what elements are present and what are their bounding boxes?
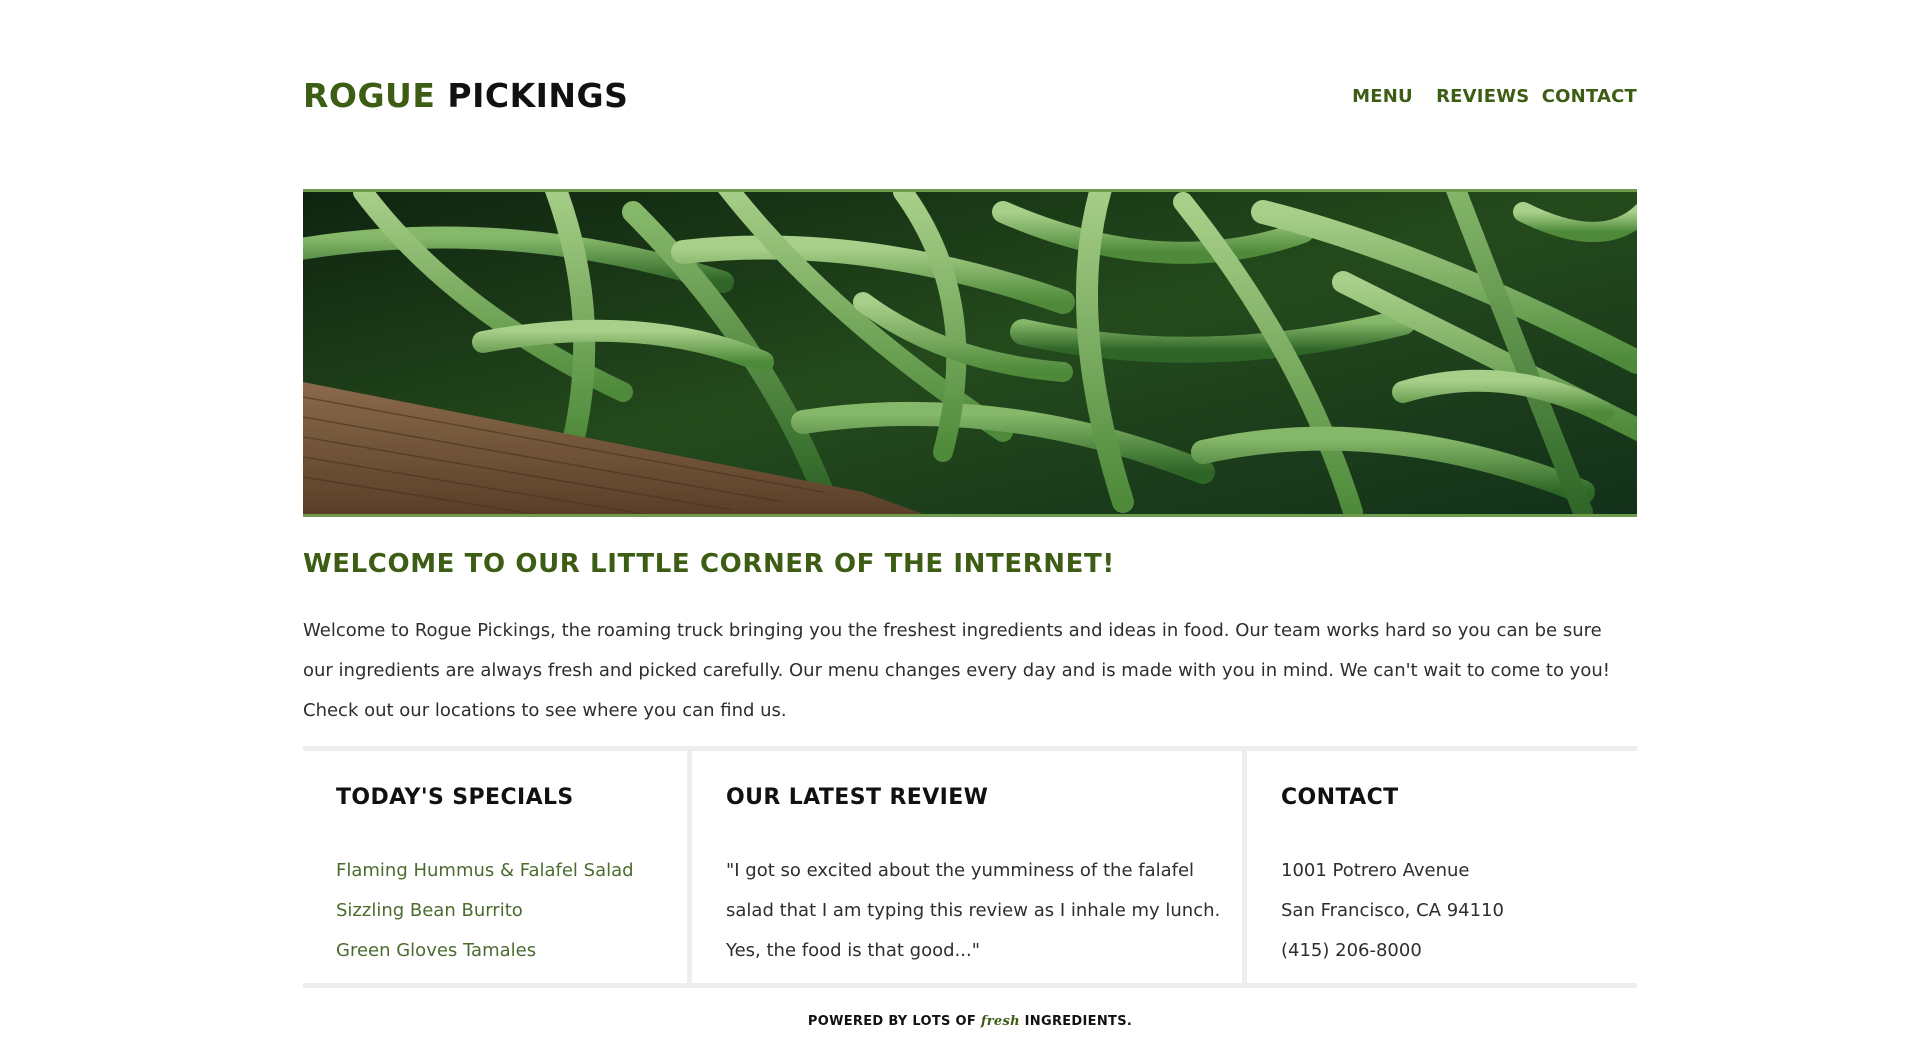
contact-box: CONTACT 1001 Potrero Avenue San Francisc… [1247,751,1637,983]
review-box: OUR LATEST REVIEW "I got so excited abou… [692,751,1247,983]
footer-fresh-word: fresh [980,1014,1020,1029]
contact-city: San Francisco, CA 94110 [1281,900,1504,921]
welcome-heading: WELCOME TO OUR LITTLE CORNER OF THE INTE… [303,549,1115,579]
specials-box: TODAY'S SPECIALS Flaming Hummus & Falafe… [303,751,692,983]
review-heading: OUR LATEST REVIEW [726,785,989,810]
hero-banner-image [303,189,1637,517]
logo-accent-word: ROGUE [303,76,436,115]
site-footer: POWERED BY LOTS OF fresh INGREDIENTS. [303,1014,1637,1029]
specials-list: Flaming Hummus & Falafel Salad Sizzling … [336,851,634,971]
contact-heading: CONTACT [1281,785,1399,810]
nav-reviews-link[interactable]: REVIEWS [1436,86,1529,107]
main-nav: MENU REVIEWS CONTACT [1335,86,1637,107]
welcome-paragraph: Welcome to Rogue Pickings, the roaming t… [303,620,1610,721]
logo-rest-word: PICKINGS [447,76,629,115]
contact-phone: (415) 206-8000 [1281,940,1422,961]
contact-address: 1001 Potrero Avenue [1281,860,1470,881]
site-header: ROGUE PICKINGS MENU REVIEWS CONTACT [303,74,1637,118]
nav-contact-link[interactable]: CONTACT [1542,86,1637,107]
page: ROGUE PICKINGS MENU REVIEWS CONTACT WELC… [0,0,1921,1043]
contact-details: 1001 Potrero Avenue San Francisco, CA 94… [1281,851,1504,971]
nav-menu-link[interactable]: MENU [1352,86,1413,107]
footer-text-before: POWERED BY LOTS OF [807,1014,977,1029]
info-boxes: TODAY'S SPECIALS Flaming Hummus & Falafe… [303,746,1637,988]
review-quote: "I got so excited about the yumminess of… [726,860,1221,961]
green-beans-illustration [303,192,1637,514]
specials-heading: TODAY'S SPECIALS [336,785,574,810]
site-logo[interactable]: ROGUE PICKINGS [303,74,628,118]
special-item[interactable]: Sizzling Bean Burrito [336,891,634,931]
special-item[interactable]: Green Gloves Tamales [336,931,634,971]
footer-text-after: INGREDIENTS. [1024,1014,1133,1029]
special-item[interactable]: Flaming Hummus & Falafel Salad [336,851,634,891]
